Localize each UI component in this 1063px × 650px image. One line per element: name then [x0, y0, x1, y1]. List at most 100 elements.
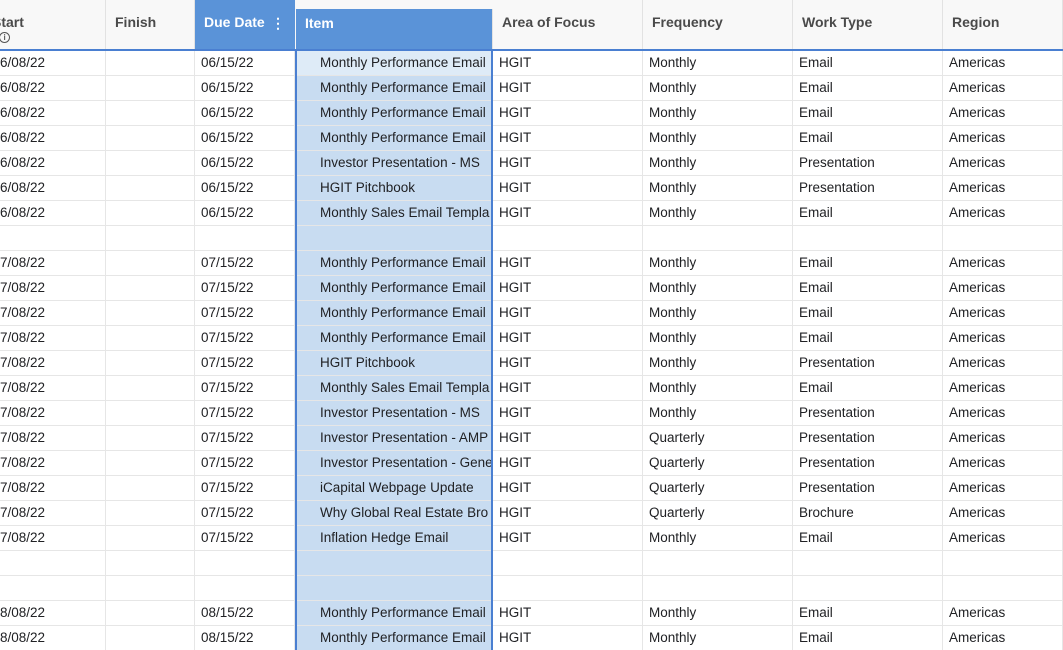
cell-work-type[interactable]: Email	[793, 101, 943, 125]
cell-work-type[interactable]: Presentation	[793, 426, 943, 450]
cell-due-date[interactable]	[195, 576, 295, 600]
table-row[interactable]: 7/08/22 07/15/22 Monthly Performance Email…	[0, 276, 1063, 301]
table-row[interactable]: 7/08/22 07/15/22 iCapital Webpage Update HG…	[0, 476, 1063, 501]
cell-due-date[interactable]: 07/15/22	[195, 526, 295, 550]
cell-region[interactable]: Americas	[943, 176, 1063, 200]
cell-area-of-focus[interactable]: HGIT	[493, 501, 643, 525]
cell-region[interactable]: Americas	[943, 376, 1063, 400]
cell-item[interactable]: Monthly Performance Email	[296, 601, 492, 625]
cell-due-date[interactable]: 07/15/22	[195, 476, 295, 500]
cell-start[interactable]: 7/08/22	[0, 476, 106, 500]
cell-work-type[interactable]: Presentation	[793, 176, 943, 200]
table-row[interactable]: 7/08/22 07/15/22 HGIT Pitchbook HGIT Monthly…	[0, 351, 1063, 376]
table-row[interactable]: 6/08/22 06/15/22 Monthly Performance Email…	[0, 101, 1063, 126]
cell-finish[interactable]	[106, 251, 195, 275]
cell-frequency[interactable]: Monthly	[643, 276, 793, 300]
cell-item[interactable]: Investor Presentation - MS	[296, 151, 492, 175]
cell-area-of-focus[interactable]: HGIT	[493, 351, 643, 375]
table-row[interactable]: 6/08/22 06/15/22 Monthly Performance Email…	[0, 51, 1063, 76]
cell-finish[interactable]	[106, 551, 195, 575]
column-header-region[interactable]: Region	[943, 0, 1063, 49]
cell-due-date[interactable]: 08/15/22	[195, 601, 295, 625]
cell-work-type[interactable]	[793, 226, 943, 250]
cell-item[interactable]: HGIT Pitchbook	[296, 176, 492, 200]
cell-work-type[interactable]: Presentation	[793, 476, 943, 500]
table-row[interactable]: 6/08/22 06/15/22 Monthly Sales Email Templ…	[0, 201, 1063, 226]
table-row[interactable]	[0, 551, 1063, 576]
cell-item[interactable]: Monthly Sales Email Templa	[296, 201, 492, 225]
cell-start[interactable]: 7/08/22	[0, 526, 106, 550]
cell-finish[interactable]	[106, 376, 195, 400]
cell-start[interactable]: 7/08/22	[0, 301, 106, 325]
cell-finish[interactable]	[106, 426, 195, 450]
cell-frequency[interactable]: Quarterly	[643, 476, 793, 500]
cell-frequency[interactable]: Monthly	[643, 51, 793, 75]
cell-finish[interactable]	[106, 126, 195, 150]
cell-finish[interactable]	[106, 301, 195, 325]
cell-frequency[interactable]: Monthly	[643, 176, 793, 200]
column-header-due-date[interactable]: Due Date ⋮	[195, 0, 295, 49]
cell-work-type[interactable]: Presentation	[793, 151, 943, 175]
cell-area-of-focus[interactable]: HGIT	[493, 176, 643, 200]
cell-region[interactable]: Americas	[943, 351, 1063, 375]
cell-region[interactable]: Americas	[943, 201, 1063, 225]
cell-frequency[interactable]: Monthly	[643, 301, 793, 325]
table-row[interactable]: 7/08/22 07/15/22 Monthly Performance Email…	[0, 251, 1063, 276]
cell-area-of-focus[interactable]: HGIT	[493, 151, 643, 175]
cell-region[interactable]: Americas	[943, 151, 1063, 175]
cell-item[interactable]: Monthly Performance Email	[296, 51, 492, 75]
cell-region[interactable]: Americas	[943, 601, 1063, 625]
cell-finish[interactable]	[106, 626, 195, 650]
cell-work-type[interactable]: Email	[793, 376, 943, 400]
cell-finish[interactable]	[106, 51, 195, 75]
cell-start[interactable]: 7/08/22	[0, 351, 106, 375]
cell-frequency[interactable]: Monthly	[643, 101, 793, 125]
cell-due-date[interactable]: 07/15/22	[195, 401, 295, 425]
cell-area-of-focus[interactable]: HGIT	[493, 126, 643, 150]
table-row[interactable]: 7/08/22 07/15/22 Why Global Real Estate Br…	[0, 501, 1063, 526]
cell-frequency[interactable]: Monthly	[643, 251, 793, 275]
cell-area-of-focus[interactable]: HGIT	[493, 301, 643, 325]
cell-work-type[interactable]: Email	[793, 251, 943, 275]
cell-start[interactable]: 7/08/22	[0, 251, 106, 275]
cell-due-date[interactable]: 06/15/22	[195, 76, 295, 100]
cell-item[interactable]: Monthly Performance Email	[296, 101, 492, 125]
cell-due-date[interactable]: 06/15/22	[195, 151, 295, 175]
cell-finish[interactable]	[106, 176, 195, 200]
cell-frequency[interactable]: Monthly	[643, 126, 793, 150]
cell-region[interactable]: Americas	[943, 476, 1063, 500]
cell-work-type[interactable]: Email	[793, 276, 943, 300]
table-row[interactable]: 7/08/22 07/15/22 Monthly Sales Email Templ…	[0, 376, 1063, 401]
cell-due-date[interactable]: 07/15/22	[195, 351, 295, 375]
cell-area-of-focus[interactable]: HGIT	[493, 401, 643, 425]
cell-work-type[interactable]: Email	[793, 76, 943, 100]
cell-finish[interactable]	[106, 401, 195, 425]
cell-area-of-focus[interactable]: HGIT	[493, 201, 643, 225]
cell-start[interactable]: 6/08/22	[0, 201, 106, 225]
cell-area-of-focus[interactable]: HGIT	[493, 51, 643, 75]
cell-finish[interactable]	[106, 101, 195, 125]
cell-due-date[interactable]: 07/15/22	[195, 426, 295, 450]
cell-item[interactable]: Inflation Hedge Email	[296, 526, 492, 550]
cell-work-type[interactable]: Brochure	[793, 501, 943, 525]
cell-region[interactable]: Americas	[943, 426, 1063, 450]
cell-finish[interactable]	[106, 501, 195, 525]
cell-due-date[interactable]	[195, 551, 295, 575]
cell-due-date[interactable]: 07/15/22	[195, 451, 295, 475]
cell-region[interactable]	[943, 551, 1063, 575]
info-icon[interactable]: i	[0, 32, 11, 43]
cell-frequency[interactable]	[643, 551, 793, 575]
cell-frequency[interactable]: Monthly	[643, 601, 793, 625]
cell-due-date[interactable]: 07/15/22	[195, 301, 295, 325]
cell-region[interactable]: Americas	[943, 251, 1063, 275]
cell-start[interactable]: 7/08/22	[0, 426, 106, 450]
cell-start[interactable]: 7/08/22	[0, 376, 106, 400]
cell-item[interactable]: Monthly Performance Email	[296, 276, 492, 300]
cell-work-type[interactable]: Email	[793, 201, 943, 225]
cell-finish[interactable]	[106, 276, 195, 300]
cell-finish[interactable]	[106, 526, 195, 550]
cell-finish[interactable]	[106, 326, 195, 350]
cell-item[interactable]: Monthly Performance Email	[296, 251, 492, 275]
cell-work-type[interactable]: Email	[793, 326, 943, 350]
cell-work-type[interactable]: Presentation	[793, 351, 943, 375]
